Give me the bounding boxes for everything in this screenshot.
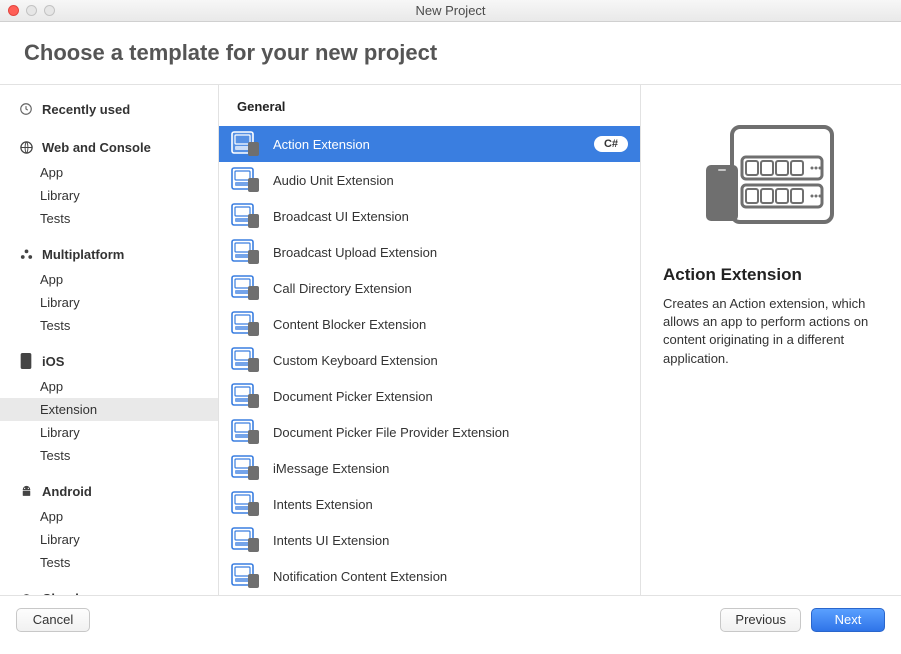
footer: Cancel Previous Next: [0, 595, 901, 643]
template-icon: [231, 203, 261, 229]
ios-icon: [18, 353, 34, 369]
template-icon: [231, 167, 261, 193]
template-label: Intents Extension: [273, 497, 628, 512]
sidebar-item-tests[interactable]: Tests: [0, 551, 218, 574]
detail-description: Creates an Action extension, which allow…: [663, 295, 881, 368]
template-icon: [231, 383, 261, 409]
template-label: Document Picker Extension: [273, 389, 628, 404]
next-button[interactable]: Next: [811, 608, 885, 632]
sidebar-section-label: Web and Console: [42, 140, 151, 155]
template-row[interactable]: Intents UI Extension: [219, 522, 640, 558]
sidebar-section-label: Multiplatform: [42, 247, 124, 262]
template-icon: [231, 131, 261, 157]
template-label: Document Picker File Provider Extension: [273, 425, 628, 440]
titlebar: New Project: [0, 0, 901, 22]
sidebar-item-app[interactable]: App: [0, 268, 218, 291]
template-row[interactable]: Custom Keyboard Extension: [219, 342, 640, 378]
clock-icon: [18, 101, 34, 117]
template-icon: [231, 563, 261, 589]
template-label: iMessage Extension: [273, 461, 628, 476]
web-icon: [18, 139, 34, 155]
template-label: Audio Unit Extension: [273, 173, 628, 188]
cloud-icon: [18, 590, 34, 595]
detail-illustration: [663, 107, 881, 247]
sidebar-item-library[interactable]: Library: [0, 421, 218, 444]
sidebar-section-cloud[interactable]: Cloud: [0, 584, 218, 595]
template-icon: [231, 419, 261, 445]
template-row[interactable]: Document Picker File Provider Extension: [219, 414, 640, 450]
sidebar-item-tests[interactable]: Tests: [0, 207, 218, 230]
template-label: Custom Keyboard Extension: [273, 353, 628, 368]
android-icon: [18, 483, 34, 499]
template-icon: [231, 455, 261, 481]
template-list: General Action Extension C# Audio Unit Ex…: [219, 85, 641, 595]
sidebar-section-web-and-console[interactable]: Web and Console: [0, 133, 218, 161]
language-badge: C#: [594, 136, 628, 152]
template-row[interactable]: Broadcast UI Extension: [219, 198, 640, 234]
template-row[interactable]: Audio Unit Extension: [219, 162, 640, 198]
sidebar-section-android[interactable]: Android: [0, 477, 218, 505]
template-label: Action Extension: [273, 137, 582, 152]
template-icon: [231, 491, 261, 517]
sidebar: Recently used Web and ConsoleAppLibraryT…: [0, 85, 219, 595]
template-label: Broadcast UI Extension: [273, 209, 628, 224]
template-label: Content Blocker Extension: [273, 317, 628, 332]
sidebar-section-multiplatform[interactable]: Multiplatform: [0, 240, 218, 268]
template-row[interactable]: Action Extension C#: [219, 126, 640, 162]
template-icon: [231, 527, 261, 553]
cancel-button[interactable]: Cancel: [16, 608, 90, 632]
template-row[interactable]: Content Blocker Extension: [219, 306, 640, 342]
template-row[interactable]: Intents Extension: [219, 486, 640, 522]
template-label: Broadcast Upload Extension: [273, 245, 628, 260]
template-label: Intents UI Extension: [273, 533, 628, 548]
sidebar-item-app[interactable]: App: [0, 505, 218, 528]
sidebar-section-label: Cloud: [42, 591, 79, 596]
template-row[interactable]: iMessage Extension: [219, 450, 640, 486]
template-label: Notification Content Extension: [273, 569, 628, 584]
sidebar-item-app[interactable]: App: [0, 161, 218, 184]
sidebar-section-label: Android: [42, 484, 92, 499]
page-title: Choose a template for your new project: [0, 22, 901, 84]
group-header: General: [219, 85, 640, 126]
template-row[interactable]: Document Picker Extension: [219, 378, 640, 414]
sidebar-item-tests[interactable]: Tests: [0, 444, 218, 467]
detail-title: Action Extension: [663, 265, 881, 285]
detail-pane: Action Extension Creates an Action exten…: [641, 85, 901, 595]
sidebar-item-library[interactable]: Library: [0, 528, 218, 551]
sidebar-item-extension[interactable]: Extension: [0, 398, 218, 421]
template-icon: [231, 275, 261, 301]
template-row[interactable]: Broadcast Upload Extension: [219, 234, 640, 270]
sidebar-item-recently-used[interactable]: Recently used: [0, 95, 218, 123]
sidebar-section-ios[interactable]: iOS: [0, 347, 218, 375]
multiplatform-icon: [18, 246, 34, 262]
template-icon: [231, 311, 261, 337]
recently-used-label: Recently used: [42, 102, 130, 117]
template-label: Call Directory Extension: [273, 281, 628, 296]
template-icon: [231, 239, 261, 265]
template-row[interactable]: Notification Content Extension: [219, 558, 640, 594]
sidebar-item-tests[interactable]: Tests: [0, 314, 218, 337]
window-title: New Project: [0, 3, 901, 18]
sidebar-item-library[interactable]: Library: [0, 291, 218, 314]
previous-button[interactable]: Previous: [720, 608, 801, 632]
content: Recently used Web and ConsoleAppLibraryT…: [0, 85, 901, 595]
sidebar-item-app[interactable]: App: [0, 375, 218, 398]
sidebar-section-label: iOS: [42, 354, 64, 369]
template-icon: [231, 347, 261, 373]
sidebar-item-library[interactable]: Library: [0, 184, 218, 207]
template-row[interactable]: Call Directory Extension: [219, 270, 640, 306]
